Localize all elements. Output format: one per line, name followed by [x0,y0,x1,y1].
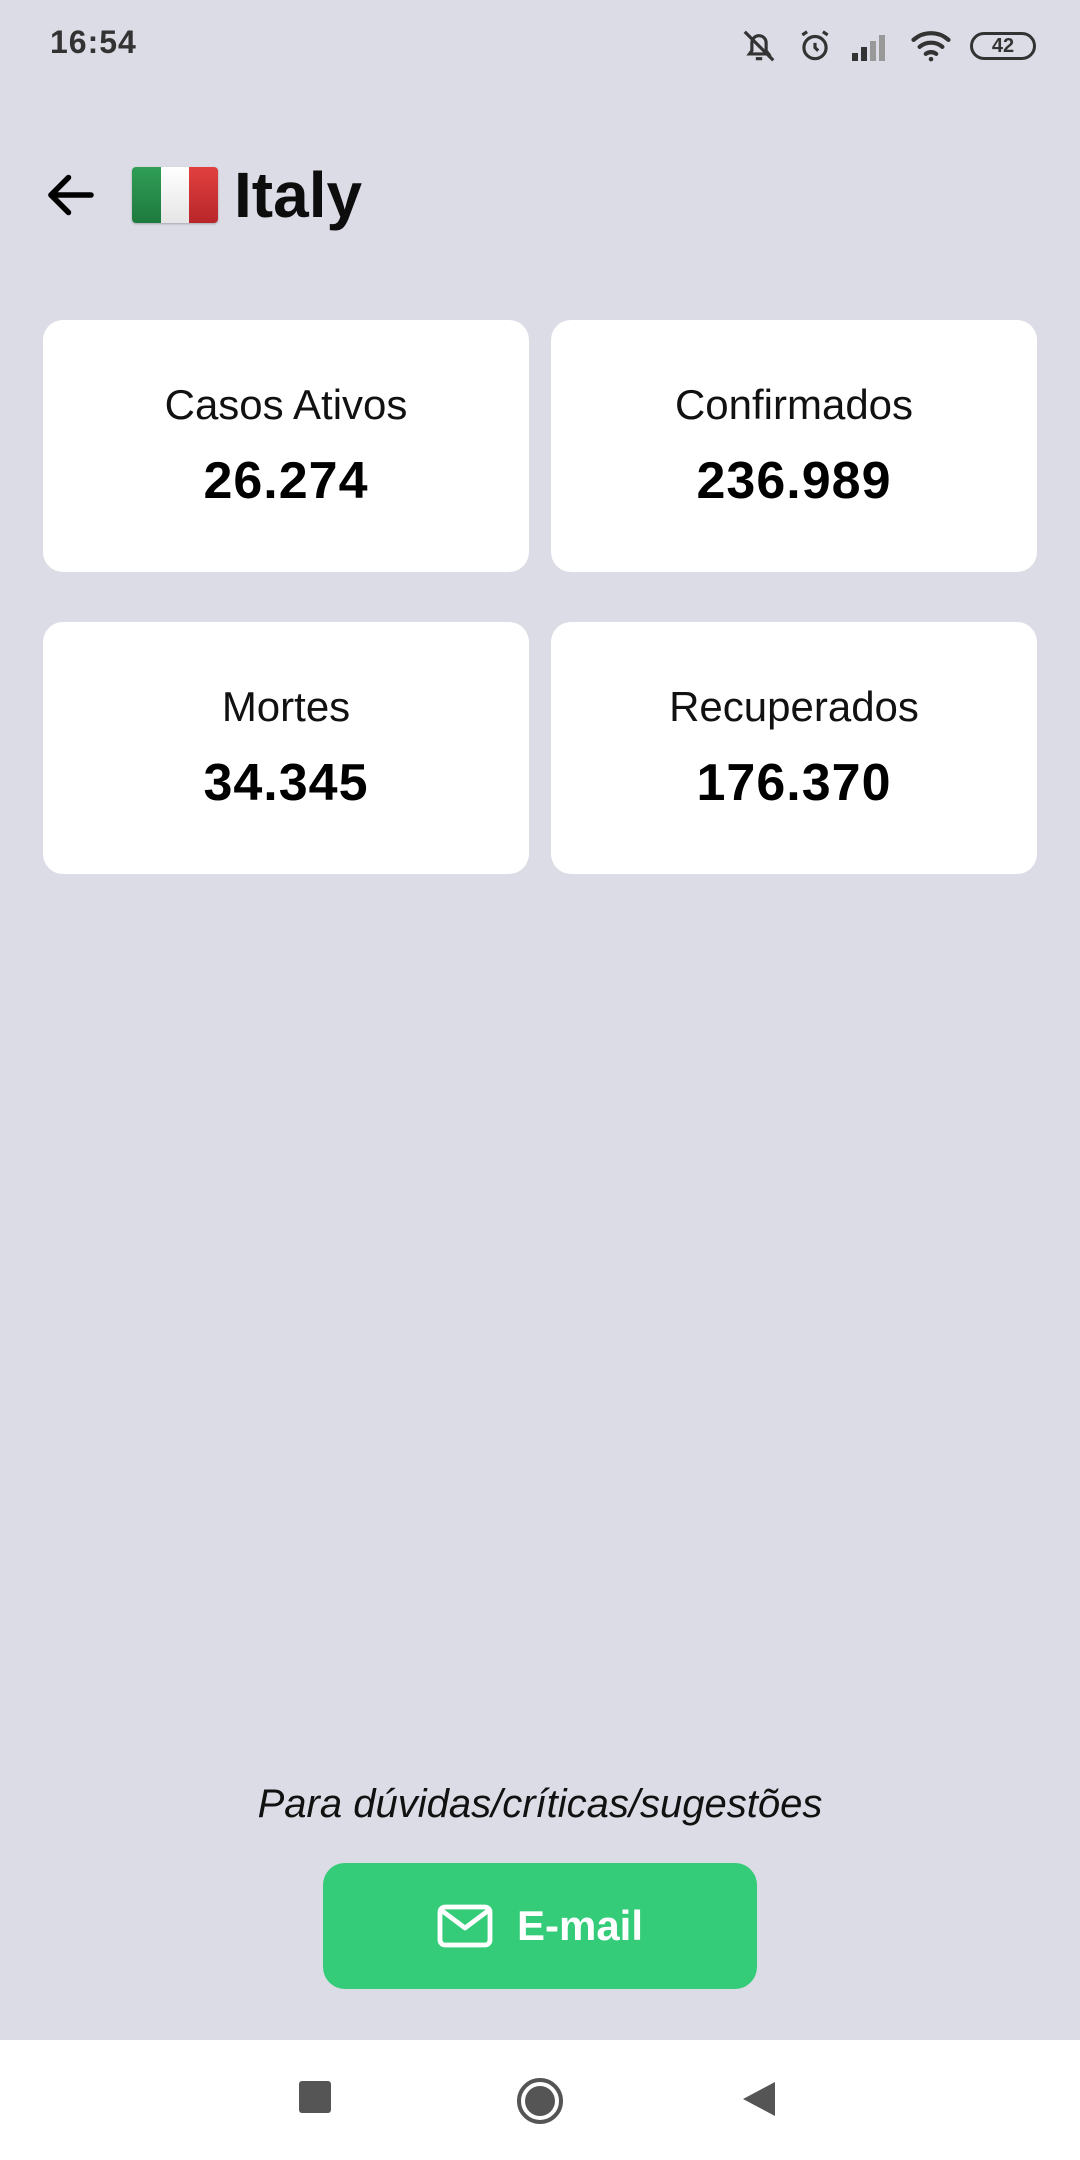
bell-muted-icon [740,27,778,65]
stat-label: Recuperados [669,683,919,730]
stat-value: 236.989 [696,452,892,510]
alarm-icon [796,27,834,65]
home-button[interactable] [515,2076,565,2126]
italy-flag-icon [132,167,218,223]
stats-grid: Casos Ativos 26.274 Confirmados 236.989 … [43,320,1037,874]
email-button[interactable]: E-mail [323,1863,757,1989]
email-button-label: E-mail [516,1902,644,1949]
mail-icon [437,1904,493,1948]
stat-value: 34.345 [203,754,369,812]
stat-card-recovered: Recuperados 176.370 [551,622,1037,874]
home-circle-icon [517,2078,563,2124]
arrow-left-icon [48,174,94,216]
stat-card-deaths: Mortes 34.345 [43,622,529,874]
stat-card-active: Casos Ativos 26.274 [43,320,529,572]
stat-value: 26.274 [203,452,369,510]
stat-label: Casos Ativos [164,381,408,428]
navigation-bar [0,2040,1080,2160]
status-bar: 16:54 42 [0,0,1080,90]
contact-text: Para dúvidas/críticas/sugestões [257,1782,823,1826]
recents-square-icon [299,2081,331,2113]
back-triangle-icon [743,2082,775,2116]
stat-value: 176.370 [696,754,892,812]
back-button[interactable] [36,160,106,230]
stat-label: Confirmados [674,381,914,428]
back-nav-button[interactable] [742,2081,776,2117]
signal-icon [852,31,892,61]
status-icons: 42 [740,24,1036,68]
header: Italy [36,150,362,240]
stat-card-confirmed: Confirmados 236.989 [551,320,1037,572]
stat-label: Mortes [221,683,351,730]
battery-icon: 42 [970,32,1036,60]
page-title: Italy [234,159,363,231]
wifi-icon [910,29,952,63]
screen: 16:54 42 Italy Casos Ativos 26.274 Confi… [0,0,1080,2160]
recents-button[interactable] [298,2080,332,2114]
status-time: 16:54 [50,24,137,60]
